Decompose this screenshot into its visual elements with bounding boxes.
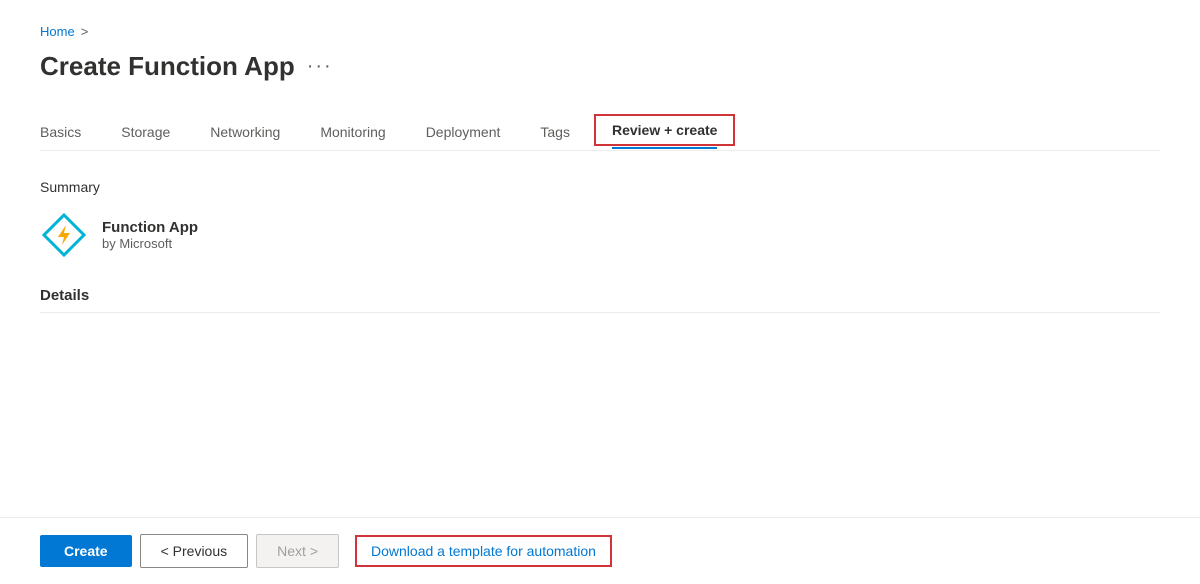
breadcrumb-separator: > [81,24,89,39]
summary-label: Summary [40,179,1160,195]
page-title: Create Function App [40,51,295,82]
tab-tags[interactable]: Tags [520,114,590,150]
footer-bar: Create < Previous Next > Download a temp… [0,517,1200,584]
breadcrumb-home-link[interactable]: Home [40,24,75,39]
download-template-link[interactable]: Download a template for automation [355,535,612,567]
page-container: Home > Create Function App ··· Basics St… [0,0,1200,584]
tab-monitoring[interactable]: Monitoring [300,114,405,150]
create-button[interactable]: Create [40,535,132,567]
function-app-publisher: by Microsoft [102,236,198,251]
tab-networking[interactable]: Networking [190,114,300,150]
function-app-name: Function App [102,219,198,236]
tab-review-create[interactable]: Review + create [594,114,735,146]
more-options-button[interactable]: ··· [307,55,333,78]
tabs-container: Basics Storage Networking Monitoring Dep… [40,114,1160,151]
function-app-info: Function App by Microsoft [102,219,198,251]
function-app-icon [40,211,88,259]
breadcrumb: Home > [40,24,1160,39]
tab-basics[interactable]: Basics [40,114,101,150]
next-button: Next > [256,534,339,568]
tab-deployment[interactable]: Deployment [406,114,521,150]
details-label: Details [40,287,1160,313]
previous-button[interactable]: < Previous [140,534,249,568]
tab-storage[interactable]: Storage [101,114,190,150]
summary-section: Summary Function App by Microsoft [40,179,1160,259]
function-app-card: Function App by Microsoft [40,211,1160,259]
page-header: Create Function App ··· [40,51,1160,82]
